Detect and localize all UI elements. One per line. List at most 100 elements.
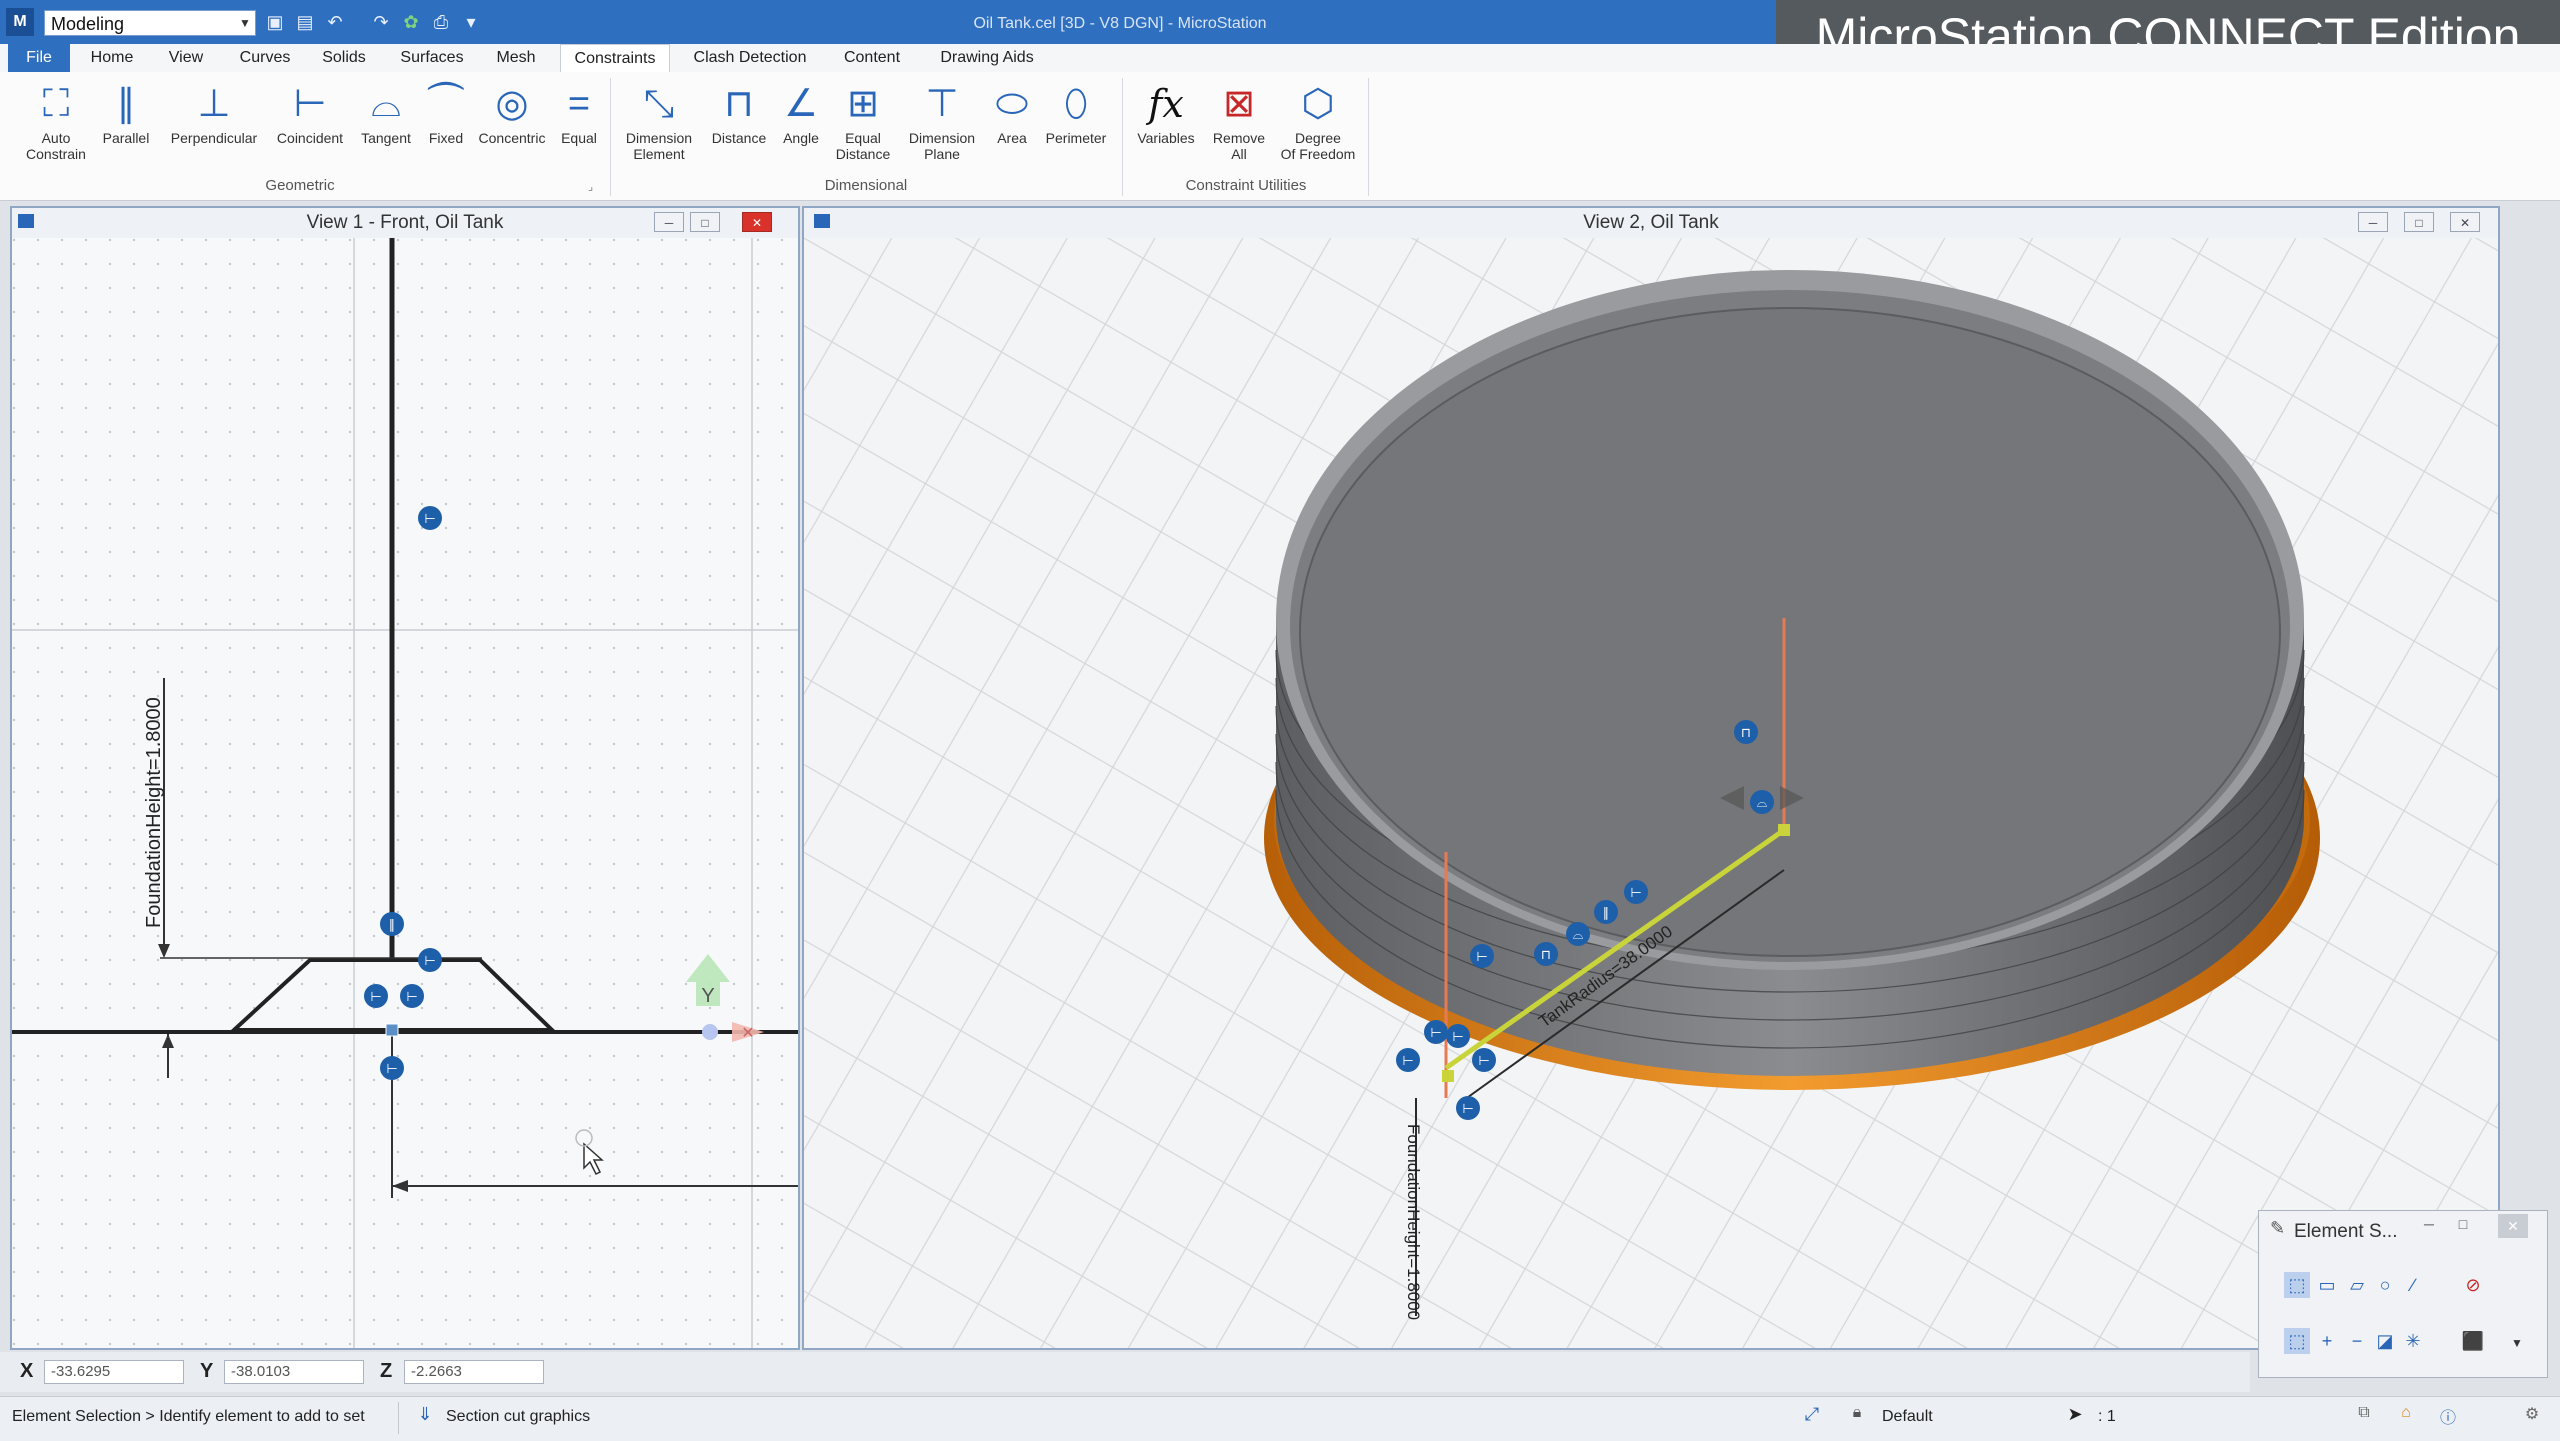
equal-distance-button[interactable]: ⊞ Equal Distance <box>828 78 898 168</box>
block-select-icon[interactable]: ▭ <box>2314 1272 2340 1298</box>
shape-select-icon[interactable]: ▱ <box>2344 1272 2370 1298</box>
maximize-icon[interactable]: □ <box>2452 1216 2474 1238</box>
constraint-handle[interactable]: ⊢ <box>1446 1024 1470 1048</box>
app-logo-icon[interactable]: M <box>6 8 34 36</box>
view-menu-icon[interactable] <box>814 214 830 228</box>
menu-content[interactable]: Content <box>834 44 910 72</box>
clear-selection-icon[interactable]: ⊘ <box>2460 1272 2486 1298</box>
clear-icon[interactable]: ✳ <box>2400 1328 2426 1354</box>
close-icon[interactable]: ✕ <box>2498 1214 2528 1238</box>
select-all-icon[interactable]: ⬛ <box>2460 1328 2486 1354</box>
menu-drawing-aids[interactable]: Drawing Aids <box>930 44 1044 72</box>
view-menu-icon[interactable] <box>18 214 34 228</box>
message-center-icon[interactable]: ⧉ <box>2352 1404 2376 1428</box>
distance-button[interactable]: ⊓ Distance <box>704 78 774 168</box>
constraint-handle[interactable]: ⊢ <box>400 984 424 1008</box>
z-coordinate-field[interactable]: -2.2663 <box>404 1360 544 1384</box>
x-coordinate-field[interactable]: -33.6295 <box>44 1360 184 1384</box>
print-icon[interactable]: ⎙ <box>430 10 452 34</box>
view2-titlebar[interactable]: View 2, Oil Tank <box>804 208 2498 238</box>
workspace-dropdown[interactable]: Modeling <box>44 10 256 36</box>
pointer-icon[interactable]: ➤ <box>2064 1404 2086 1428</box>
group-launcher-icon[interactable]: ⌟ <box>588 180 602 194</box>
menu-solids[interactable]: Solids <box>312 44 376 72</box>
view2-canvas[interactable]: TankRadius=38.0000 FoundationHeight=1.80… <box>804 238 2498 1348</box>
minimize-icon[interactable]: ─ <box>2418 1216 2440 1238</box>
constraint-handle[interactable]: ∥ <box>1594 900 1618 924</box>
constraint-handle[interactable]: ⊢ <box>1424 1020 1448 1044</box>
constraint-handle[interactable]: ⊢ <box>1470 944 1494 968</box>
dimension-plane-button[interactable]: ⊤ Dimension Plane <box>900 78 984 168</box>
auto-constrain-button[interactable]: ⛶ Auto Constrain <box>14 78 98 168</box>
constraint-handle[interactable]: ⌓ <box>1566 922 1590 946</box>
save-settings-icon[interactable]: ▤ <box>294 10 316 34</box>
constraint-handle[interactable]: ⊢ <box>418 506 442 530</box>
menu-surfaces[interactable]: Surfaces <box>392 44 472 72</box>
menu-curves[interactable]: Curves <box>232 44 298 72</box>
constraint-handle[interactable]: ⊓ <box>1534 942 1558 966</box>
customize-icon[interactable]: ▾ <box>460 10 482 34</box>
dimension-element-button[interactable]: ⤡ Dimension Element <box>616 78 702 168</box>
foundation-height-dimension-3d[interactable]: FoundationHeight=1.8000 <box>1404 1124 1423 1320</box>
menu-constraints[interactable]: Constraints <box>560 44 670 72</box>
new-selection-icon[interactable]: ⬚ <box>2284 1328 2310 1354</box>
y-coordinate-field[interactable]: -38.0103 <box>224 1360 364 1384</box>
info-icon[interactable]: ⓘ <box>2436 1404 2460 1428</box>
tangent-button[interactable]: ⌓ Tangent <box>352 78 420 168</box>
section-cut-icon[interactable]: ⇓ <box>414 1404 436 1428</box>
perpendicular-button[interactable]: ⊥ Perpendicular <box>160 78 268 168</box>
constraint-handle[interactable]: ⊢ <box>1624 880 1648 904</box>
constraint-handle[interactable]: ⊢ <box>1472 1048 1496 1072</box>
chevron-down-icon[interactable]: ▼ <box>2508 1336 2526 1356</box>
constraint-handle[interactable]: ⊢ <box>380 1056 404 1080</box>
menu-clash-detection[interactable]: Clash Detection <box>684 44 816 72</box>
lock-icon[interactable]: 🔒︎ <box>1846 1404 1868 1428</box>
constraint-handle[interactable]: ∥ <box>380 912 404 936</box>
menu-mesh[interactable]: Mesh <box>488 44 544 72</box>
close-icon[interactable]: ✕ <box>2450 212 2480 232</box>
invert-icon[interactable]: ◪ <box>2372 1328 2398 1354</box>
foundation-height-dimension[interactable]: FoundationHeight=1.8000 <box>143 697 165 928</box>
constraint-handle[interactable]: ⊓ <box>1734 720 1758 744</box>
minimize-icon[interactable]: ─ <box>654 212 684 232</box>
coincident-button[interactable]: ⊢ Coincident <box>270 78 350 168</box>
subtract-icon[interactable]: − <box>2344 1328 2370 1354</box>
constraint-handle[interactable]: ⌓ <box>1750 790 1774 814</box>
fixed-button[interactable]: ⏜ Fixed <box>418 78 474 168</box>
remove-all-button[interactable]: ⊠ Remove All <box>1204 78 1274 168</box>
menu-view[interactable]: View <box>156 44 216 72</box>
menu-home[interactable]: Home <box>82 44 142 72</box>
circle-select-icon[interactable]: ○ <box>2372 1272 2398 1298</box>
equal-button[interactable]: = Equal <box>552 78 606 168</box>
remove-all-icon: ⊠ <box>1223 83 1255 125</box>
home-icon[interactable]: ⌂ <box>2394 1404 2418 1428</box>
variables-button[interactable]: fx Variables <box>1128 78 1204 168</box>
constraint-handle[interactable]: ⊢ <box>418 948 442 972</box>
save-icon[interactable]: ▣ <box>264 10 286 34</box>
view1-canvas[interactable]: FoundationHeight=1.8000 ⊢ ∥ ⊢ ⊢ ⊢ ⊢ Y ✕ <box>12 238 798 1348</box>
concentric-button[interactable]: ◎ Concentric <box>472 78 552 168</box>
maximize-icon[interactable]: □ <box>2404 212 2434 232</box>
settings-icon[interactable]: ⚙ <box>2520 1404 2544 1428</box>
add-icon[interactable]: + <box>2314 1328 2340 1354</box>
close-icon[interactable]: ✕ <box>742 212 772 232</box>
snap-icon[interactable]: ⤢ <box>1800 1404 1824 1428</box>
parallel-button[interactable]: ∥ Parallel <box>92 78 160 168</box>
angle-button[interactable]: ∠ Angle <box>774 78 828 168</box>
perimeter-button[interactable]: ⬯ Perimeter <box>1036 78 1116 168</box>
active-level[interactable]: Default <box>1882 1406 1933 1428</box>
undo-icon[interactable]: ↶ <box>324 10 346 34</box>
constraint-handle[interactable]: ⊢ <box>364 984 388 1008</box>
menu-file[interactable]: File <box>8 44 70 72</box>
maximize-icon[interactable]: □ <box>690 212 720 232</box>
degree-of-freedom-button[interactable]: ⬡ Degree Of Freedom <box>1272 78 1364 168</box>
area-button[interactable]: ⬭ Area <box>984 78 1040 168</box>
chevron-down-icon[interactable]: ▼ <box>236 10 254 36</box>
line-select-icon[interactable]: ∕ <box>2400 1272 2426 1298</box>
individual-select-icon[interactable]: ⬚ <box>2284 1272 2310 1298</box>
constraint-handle[interactable]: ⊢ <box>1456 1096 1480 1120</box>
green-icon[interactable]: ✿ <box>400 10 422 34</box>
redo-icon[interactable]: ↷ <box>370 10 392 34</box>
minimize-icon[interactable]: ─ <box>2358 212 2388 232</box>
constraint-handle[interactable]: ⊢ <box>1396 1048 1420 1072</box>
